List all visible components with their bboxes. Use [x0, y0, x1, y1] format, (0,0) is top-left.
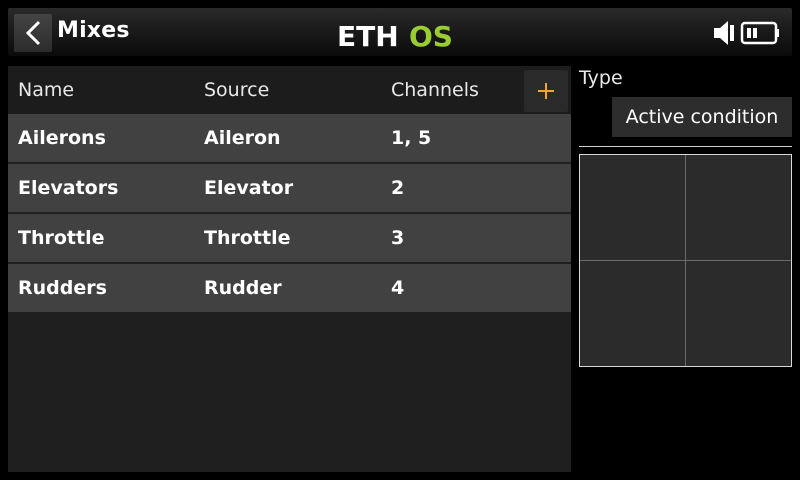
- row-channels: 2: [391, 177, 405, 199]
- row-name: Rudders: [18, 277, 107, 299]
- row-name: Ailerons: [18, 127, 106, 149]
- column-header-name: Name: [18, 79, 75, 101]
- graph-horizontal-axis: [580, 260, 791, 261]
- add-mix-button[interactable]: [524, 70, 568, 112]
- column-header-channels: Channels: [391, 79, 479, 101]
- table-header: Name Source Channels: [8, 66, 571, 114]
- column-header-source: Source: [204, 79, 270, 101]
- logo-text-left: ETH: [337, 20, 399, 49]
- type-value: Active condition: [612, 97, 792, 137]
- mix-curve-graph: [579, 154, 792, 367]
- table-row[interactable]: Rudders Rudder 4: [8, 264, 571, 312]
- mixes-table: Name Source Channels Ailerons Aileron 1,…: [8, 66, 571, 472]
- row-name: Throttle: [18, 227, 105, 249]
- row-source: Throttle: [204, 227, 291, 249]
- row-channels: 3: [391, 227, 405, 249]
- type-label: Type: [579, 67, 623, 89]
- battery-icon: [740, 21, 779, 45]
- plus-icon: [538, 83, 554, 99]
- row-source: Rudder: [204, 277, 282, 299]
- ethos-logo: ETH OS: [337, 20, 453, 49]
- table-row[interactable]: Ailerons Aileron 1, 5: [8, 114, 571, 162]
- page-title: Mixes: [57, 18, 130, 43]
- row-source: Elevator: [204, 177, 294, 199]
- row-name: Elevators: [18, 177, 119, 199]
- logo-text-right: OS: [409, 20, 453, 49]
- divider: [579, 146, 792, 147]
- back-button[interactable]: [14, 14, 52, 52]
- top-bar: Mixes ETH OS: [0, 0, 800, 62]
- chevron-left-icon: [25, 20, 41, 46]
- speaker-icon: [714, 21, 734, 45]
- table-row[interactable]: Elevators Elevator 2: [8, 164, 571, 212]
- row-channels: 1, 5: [391, 127, 432, 149]
- table-row[interactable]: Throttle Throttle 3: [8, 214, 571, 262]
- row-source: Aileron: [204, 127, 281, 149]
- status-icons: [714, 21, 779, 45]
- row-channels: 4: [391, 277, 405, 299]
